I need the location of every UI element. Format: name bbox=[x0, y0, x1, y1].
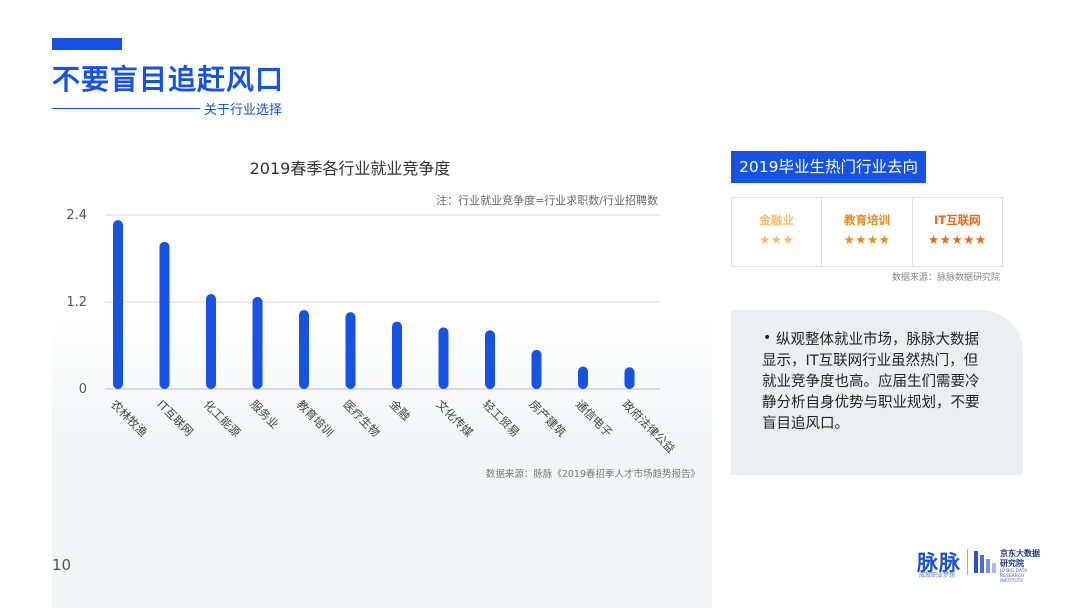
x-tick-label: 轻工贸易 bbox=[480, 397, 522, 439]
page-title: 不要盲目追赶风口 bbox=[52, 63, 285, 96]
bar bbox=[345, 312, 356, 389]
y-tick-label: 1.2 bbox=[66, 295, 87, 310]
bar bbox=[578, 366, 588, 389]
jd-research-logo-icon bbox=[974, 551, 996, 573]
x-tick-label: 教育培训 bbox=[294, 397, 336, 439]
x-tick-label: 农林牧渔 bbox=[108, 397, 150, 439]
star-rating-icon: ★★★★ bbox=[843, 232, 891, 247]
bar bbox=[438, 327, 449, 389]
x-tick-label: 房产建筑 bbox=[526, 397, 569, 440]
bar bbox=[159, 241, 170, 389]
x-tick-label: IT互联网 bbox=[154, 397, 196, 439]
bar bbox=[299, 309, 309, 389]
x-tick-label: 医疗生物 bbox=[340, 397, 382, 439]
y-tick-label: 2.4 bbox=[66, 208, 87, 223]
star-rating-icon: ★★★ bbox=[759, 232, 795, 247]
page-number: 10 bbox=[52, 556, 72, 574]
summary-text: 纵观整体就业市场，脉脉大数据显示，IT互联网行业虽然热门，但就业竞争度也高。应届… bbox=[762, 330, 992, 435]
x-tick-label: 化工能源 bbox=[201, 397, 244, 440]
bar bbox=[252, 296, 263, 389]
subtitle-rule bbox=[52, 108, 200, 109]
x-tick-label: 通信电子 bbox=[573, 397, 615, 439]
title-accent-bar bbox=[52, 38, 122, 50]
hot-industries-title: 2019毕业生热门行业去向 bbox=[731, 151, 926, 183]
hot-industries-source: 数据来源：脉脉数据研究院 bbox=[891, 273, 1000, 283]
hot-industries-table: 金融业 ★★★ 教育培训 ★★★★ IT互联网 ★★★★★ bbox=[731, 197, 1003, 267]
bar bbox=[392, 321, 402, 389]
maimai-logo-slogan: 成就职业梦想 bbox=[919, 572, 956, 579]
chart-source: 数据来源：脉脉《2019春招季人才市场趋势报告》 bbox=[485, 469, 700, 480]
logo-divider bbox=[967, 549, 968, 575]
jd-logo-english: JD BIG DATA RESEARCH INSTITUTE bbox=[1000, 569, 1028, 584]
x-tick-label: 文化传媒 bbox=[433, 397, 476, 440]
hot-industry-cell: 教育培训 ★★★★ bbox=[822, 198, 913, 266]
competition-bar-chart: 0 1.2 2.4 农林牧渔 IT互联网 化工能源 服务业 教育培训 医疗生物 金融 文化传媒 轻工贸… bbox=[66, 208, 678, 456]
x-tick-label: 金融 bbox=[387, 397, 414, 424]
bar bbox=[206, 294, 216, 389]
page-subtitle: 关于行业选择 bbox=[204, 103, 283, 118]
y-tick-label: 0 bbox=[79, 382, 87, 397]
bar bbox=[485, 330, 495, 389]
chart-title: 2019春季各行业就业竞争度 bbox=[249, 159, 451, 178]
hot-industry-name: IT互联网 bbox=[934, 213, 981, 227]
jd-logo-line2: 研究院 bbox=[1000, 559, 1024, 568]
summary-text-content: 纵观整体就业市场，脉脉大数据显示，IT互联网行业虽然热门，但就业竞争度也高。应届… bbox=[762, 332, 980, 432]
bar bbox=[624, 367, 635, 389]
hot-industry-name: 金融业 bbox=[759, 213, 794, 227]
hot-industry-cell: IT互联网 ★★★★★ bbox=[913, 198, 1002, 266]
bar bbox=[531, 349, 542, 389]
star-rating-icon: ★★★★★ bbox=[928, 232, 987, 247]
bar bbox=[113, 220, 123, 389]
x-tick-label: 服务业 bbox=[247, 397, 281, 431]
x-tick-label: 政府法律公益 bbox=[619, 397, 678, 456]
hot-industry-cell: 金融业 ★★★ bbox=[732, 198, 823, 266]
hot-industry-name: 教育培训 bbox=[843, 213, 890, 227]
